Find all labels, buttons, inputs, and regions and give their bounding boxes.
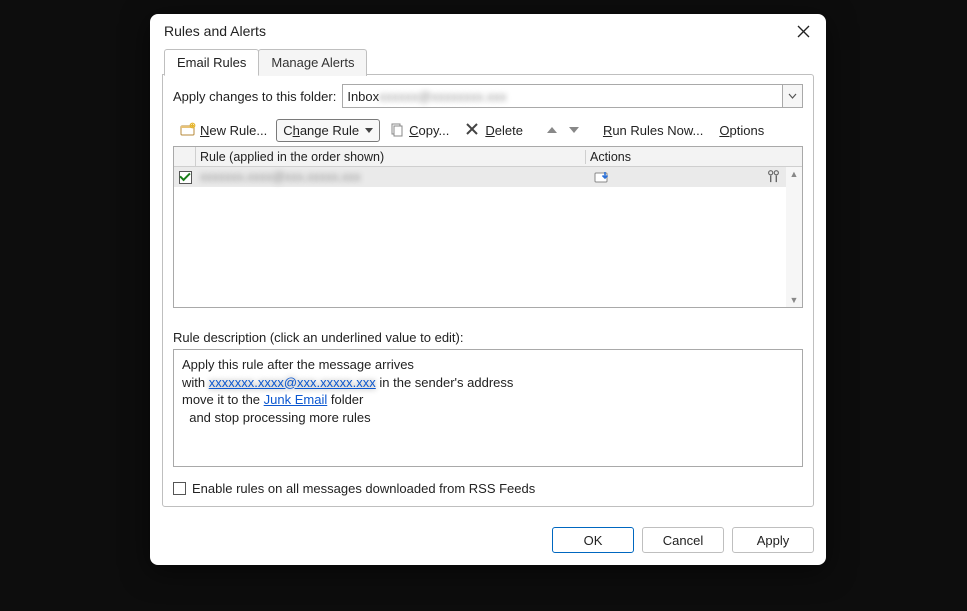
run-rules-now-button[interactable]: Run Rules Now... — [596, 119, 710, 142]
copy-button[interactable]: Copy... — [382, 118, 456, 142]
copy-icon — [389, 122, 405, 138]
scrollbar[interactable]: ▲ ▼ — [786, 167, 802, 307]
move-folder-icon — [594, 169, 610, 185]
run-rules-label: Run Rules Now... — [603, 123, 703, 138]
dialog-title: Rules and Alerts — [164, 23, 266, 39]
change-rule-label: Change Rule — [283, 123, 359, 138]
rss-checkbox[interactable] — [173, 482, 186, 495]
folder-value: Inbox — [347, 89, 379, 104]
column-actions[interactable]: Actions — [586, 150, 786, 164]
folder-select[interactable]: Inbox xxxxxx@xxxxxxxx.xxx — [342, 84, 803, 108]
options-label: Options — [719, 123, 764, 138]
new-rule-label: New Rule... — [200, 123, 267, 138]
dropdown-arrow-icon — [365, 128, 373, 133]
scroll-down-icon: ▼ — [790, 295, 799, 305]
chevron-down-icon[interactable] — [782, 85, 802, 107]
dialog-content: Email Rules Manage Alerts Apply changes … — [150, 46, 826, 519]
ok-button[interactable]: OK — [552, 527, 634, 553]
folder-row: Apply changes to this folder: Inbox xxxx… — [173, 84, 803, 108]
rules-alerts-dialog: Rules and Alerts Email Rules Manage Aler… — [150, 14, 826, 565]
tab-strip: Email Rules Manage Alerts — [162, 48, 814, 75]
tab-email-rules[interactable]: Email Rules — [164, 49, 259, 76]
folder-value-hidden: xxxxxx@xxxxxxxx.xxx — [379, 89, 506, 104]
rule-actions — [586, 169, 786, 185]
rss-row: Enable rules on all messages downloaded … — [173, 481, 803, 496]
rule-name: xxxxxxx.xxxx@xxx.xxxxx.xxx — [196, 170, 586, 184]
desc-line2: with xxxxxxx.xxxx@xxx.xxxxx.xxx in the s… — [182, 374, 794, 392]
toolbar: New Rule... Change Rule Copy... Del — [173, 118, 803, 142]
delete-icon — [465, 122, 481, 138]
options-button[interactable]: Options — [712, 119, 771, 142]
description-label: Rule description (click an underlined va… — [173, 330, 803, 345]
apply-button[interactable]: Apply — [732, 527, 814, 553]
desc-folder-link[interactable]: Junk Email — [264, 392, 328, 407]
table-row[interactable]: xxxxxxx.xxxx@xxx.xxxxx.xxx — [174, 167, 802, 187]
copy-label: Copy... — [409, 123, 449, 138]
desc-sender-link[interactable]: xxxxxxx.xxxx@xxx.xxxxx.xxx — [209, 375, 376, 390]
new-rule-button[interactable]: New Rule... — [173, 118, 274, 142]
delete-button[interactable]: Delete — [458, 118, 530, 142]
tab-panel-email-rules: Apply changes to this folder: Inbox xxxx… — [162, 74, 814, 507]
rss-label: Enable rules on all messages downloaded … — [192, 481, 535, 496]
close-button[interactable] — [794, 22, 812, 40]
folder-label: Apply changes to this folder: — [173, 89, 336, 104]
tab-manage-alerts[interactable]: Manage Alerts — [258, 49, 367, 76]
description-box: Apply this rule after the message arrive… — [173, 349, 803, 467]
desc-line3: move it to the Junk Email folder — [182, 391, 794, 409]
scroll-up-icon: ▲ — [790, 169, 799, 179]
wrench-icon — [766, 169, 782, 185]
rules-table: Rule (applied in the order shown) Action… — [173, 146, 803, 308]
move-down-button[interactable] — [564, 123, 584, 137]
rules-table-header: Rule (applied in the order shown) Action… — [174, 147, 802, 167]
rule-checkbox[interactable] — [174, 171, 196, 184]
desc-line1: Apply this rule after the message arrive… — [182, 356, 794, 374]
titlebar: Rules and Alerts — [150, 14, 826, 46]
dialog-button-row: OK Cancel Apply — [150, 519, 826, 565]
cancel-button[interactable]: Cancel — [642, 527, 724, 553]
column-checkbox[interactable] — [174, 147, 196, 166]
new-rule-icon — [180, 122, 196, 138]
close-icon — [797, 25, 810, 38]
column-rule[interactable]: Rule (applied in the order shown) — [196, 150, 586, 164]
desc-line4: and stop processing more rules — [182, 409, 794, 427]
change-rule-button[interactable]: Change Rule — [276, 119, 380, 142]
arrow-down-icon — [569, 127, 579, 133]
checkbox-checked-icon — [179, 171, 192, 184]
move-up-button[interactable] — [542, 123, 562, 137]
arrow-up-icon — [547, 127, 557, 133]
delete-label: Delete — [485, 123, 523, 138]
